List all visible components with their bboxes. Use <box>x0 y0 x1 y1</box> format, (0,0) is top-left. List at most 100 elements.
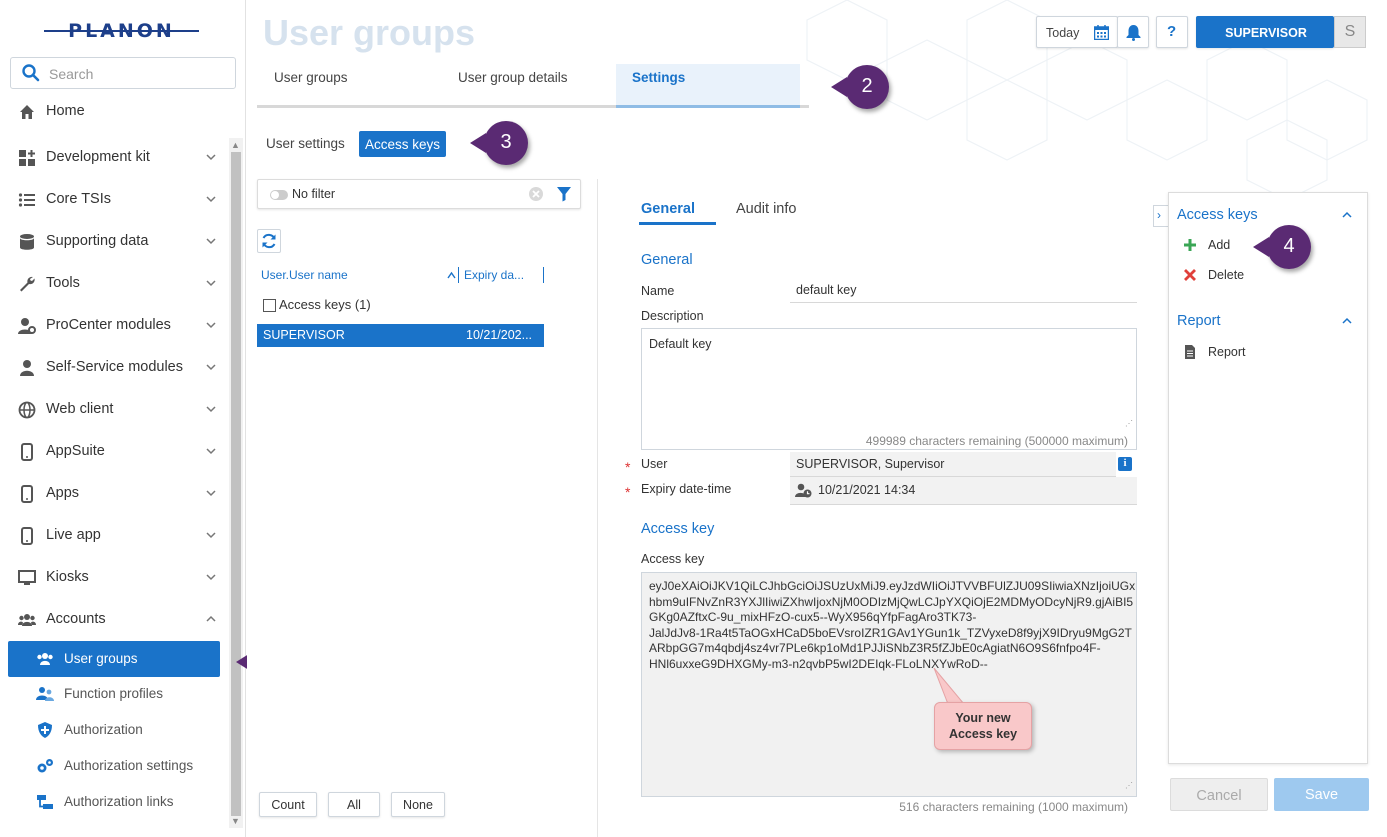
nav-live-app[interactable]: Live app <box>0 516 228 556</box>
all-button[interactable]: All <box>328 792 380 817</box>
nav-home[interactable]: Home <box>0 92 228 132</box>
avatar[interactable]: S <box>1334 16 1366 48</box>
subtab-access-keys[interactable]: Access keys <box>359 131 446 157</box>
column-header-user-name[interactable]: User.User name <box>261 268 348 282</box>
search-input[interactable]: Search <box>10 57 236 89</box>
nav-label: Web client <box>46 401 114 417</box>
chevron-down-icon <box>206 574 216 581</box>
nav-procenter-modules[interactable]: ProCenter modules <box>0 306 228 346</box>
filter-icon[interactable] <box>556 186 572 202</box>
scroll-down-icon[interactable]: ▼ <box>231 816 240 826</box>
chevron-down-icon <box>206 490 216 497</box>
delete-label: Delete <box>1208 268 1245 282</box>
count-button[interactable]: Count <box>259 792 317 817</box>
nav-web-client[interactable]: Web client <box>0 390 228 430</box>
sub-nav-authorization-links[interactable]: Authorization links <box>0 785 228 819</box>
clear-filter-icon[interactable] <box>528 186 544 202</box>
users-icon <box>18 614 36 626</box>
scroll-up-icon[interactable]: ▲ <box>231 140 240 150</box>
callout-3: 3 <box>470 121 528 165</box>
access-key-line: ARbpGG7m4qbdj4sz4vr7PLe6kp1oMd1PJJiSNbZ3… <box>649 641 1101 655</box>
nav-accounts[interactable]: Accounts <box>0 600 228 640</box>
action-section-access-keys[interactable]: Access keys <box>1177 207 1258 223</box>
access-key-field[interactable]: eyJ0eXAiOiJKV1QiLCJhbGciOiJSUzUxMiJ9.eyJ… <box>641 572 1137 797</box>
sub-nav-label: Function profiles <box>64 686 164 701</box>
group-checkbox[interactable] <box>263 299 276 312</box>
nav-apps[interactable]: Apps <box>0 474 228 514</box>
none-label: None <box>403 798 433 812</box>
nav-core-tsis[interactable]: Core TSIs <box>0 180 228 220</box>
tab-user-groups[interactable]: User groups <box>274 70 348 85</box>
filter-bar[interactable]: No filter <box>257 179 581 209</box>
note-line-1: Your new <box>955 711 1011 725</box>
collapse-panel-button[interactable]: › <box>1153 205 1169 227</box>
callout-number: 3 <box>500 131 512 153</box>
delete-x-icon <box>1184 269 1196 281</box>
avatar-letter: S <box>1344 23 1356 40</box>
globe-icon <box>18 401 36 419</box>
info-icon[interactable]: i <box>1118 457 1132 471</box>
resize-grip-icon[interactable]: ⋰ <box>1125 781 1133 790</box>
user-menu-button[interactable]: SUPERVISOR <box>1196 16 1334 48</box>
table-row[interactable]: SUPERVISOR 10/21/202... <box>257 324 544 347</box>
column-header-expiry[interactable]: Expiry da... <box>464 268 524 282</box>
search-icon <box>22 64 40 82</box>
monitor-icon <box>18 570 36 585</box>
callout-2: 2 <box>831 65 889 109</box>
nav-tools[interactable]: Tools <box>0 264 228 304</box>
resize-grip-icon[interactable]: ⋰ <box>1125 419 1133 428</box>
mobile-icon <box>21 527 33 545</box>
tab-user-group-details[interactable]: User group details <box>458 70 568 85</box>
description-field[interactable]: Default key 499989 characters remaining … <box>641 328 1137 450</box>
nav-self-service-modules[interactable]: Self-Service modules <box>0 348 228 388</box>
notifications-button[interactable] <box>1117 16 1149 48</box>
detail-tab-audit-info[interactable]: Audit info <box>736 201 796 217</box>
subtab-user-settings[interactable]: User settings <box>266 136 345 151</box>
action-section-report[interactable]: Report <box>1177 313 1221 329</box>
column-separator[interactable] <box>543 267 544 283</box>
report-action[interactable]: Report <box>1183 342 1353 364</box>
count-label: Count <box>271 798 305 812</box>
nav-label: Kiosks <box>46 569 89 585</box>
users-icon <box>37 653 53 665</box>
nav-supporting-data[interactable]: Supporting data <box>0 222 228 262</box>
nav-label: Accounts <box>46 611 106 627</box>
refresh-button[interactable] <box>257 229 281 253</box>
chevron-up-icon[interactable] <box>1341 315 1353 327</box>
sort-asc-icon[interactable] <box>447 271 456 279</box>
nav-development-kit[interactable]: Development kit <box>0 138 228 178</box>
nav-kiosks[interactable]: Kiosks <box>0 558 228 598</box>
scrollbar-thumb[interactable] <box>231 152 241 816</box>
sub-nav-authorization-settings[interactable]: Authorization settings <box>0 749 228 783</box>
filter-toggle[interactable] <box>270 190 288 200</box>
nav-appsuite[interactable]: AppSuite <box>0 432 228 472</box>
chevron-up-icon[interactable] <box>1341 209 1353 221</box>
delete-action[interactable]: Delete <box>1183 265 1353 287</box>
column-separator[interactable] <box>458 267 459 283</box>
today-button[interactable]: Today <box>1036 16 1118 48</box>
chevron-down-icon <box>206 280 216 287</box>
tab-settings[interactable]: Settings <box>616 64 800 108</box>
sub-nav-user-groups[interactable]: User groups <box>8 641 220 677</box>
save-button[interactable]: Save <box>1274 778 1369 811</box>
none-button[interactable]: None <box>391 792 445 817</box>
subtab-access-keys-label: Access keys <box>364 137 441 152</box>
sub-nav-function-profiles[interactable]: Function profiles <box>0 677 228 711</box>
main-area: User groups Today ? SUPERVISOR S User gr… <box>247 0 1387 837</box>
planon-logo[interactable]: PLANON <box>44 18 199 44</box>
gears-icon <box>37 759 53 773</box>
access-key-label: Access key <box>641 552 705 566</box>
expiry-value: 10/21/2021 14:34 <box>818 483 916 497</box>
name-field[interactable]: default key <box>790 278 1137 303</box>
sub-nav-label: Authorization links <box>64 794 174 809</box>
cancel-button[interactable]: Cancel <box>1170 778 1268 811</box>
nav-label: Self-Service modules <box>46 359 183 375</box>
section-title-general: General <box>641 252 693 268</box>
sidebar-scrollbar[interactable]: ▲ ▼ <box>229 138 243 828</box>
help-button[interactable]: ? <box>1156 16 1188 48</box>
user-field[interactable]: SUPERVISOR, Supervisor <box>790 452 1116 477</box>
detail-tab-general[interactable]: General <box>641 201 695 217</box>
expiry-field[interactable]: 10/21/2021 14:34 <box>790 477 1137 505</box>
description-value: Default key <box>649 337 712 351</box>
sub-nav-authorization[interactable]: Authorization <box>0 713 228 747</box>
